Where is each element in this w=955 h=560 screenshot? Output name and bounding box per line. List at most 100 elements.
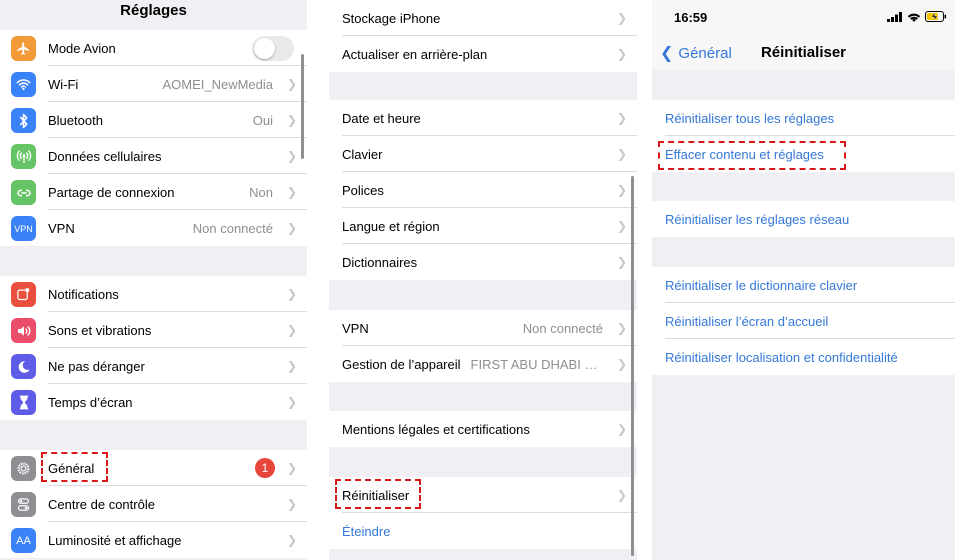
settings-row-label: Centre de contrôle <box>48 496 155 512</box>
reset-panel: 16:59 ❮ Général Réinitialiser Réinitiali… <box>652 0 955 560</box>
general-row-date-time[interactable]: Date et heure ❯ <box>329 100 637 136</box>
chevron-right-icon: ❯ <box>616 183 628 197</box>
chevron-right-icon: ❯ <box>616 321 628 335</box>
settings-group-notifications: Notifications ❯ Sons et vibrations ❯ Ne … <box>0 276 307 420</box>
chevron-right-icon: ❯ <box>286 287 298 301</box>
gear-icon <box>11 456 36 481</box>
airplane-icon <box>11 36 36 61</box>
settings-row-label: Wi-Fi <box>48 76 79 92</box>
settings-row-bluetooth[interactable]: Bluetooth Oui ❯ <box>0 102 307 138</box>
general-row-legal[interactable]: Mentions légales et certifications ❯ <box>329 411 637 447</box>
status-icons <box>887 11 947 22</box>
airplane-mode-toggle[interactable] <box>252 35 294 61</box>
settings-row-display[interactable]: AA Luminosité et affichage ❯ <box>0 522 307 558</box>
settings-row-value: Non connecté <box>192 220 273 236</box>
settings-row-label: Partage de connexion <box>48 184 175 200</box>
settings-row-value: AOMEI_NewMedia <box>162 76 273 92</box>
vpn-icon: VPN <box>11 216 36 241</box>
chevron-right-icon: ❯ <box>286 149 298 163</box>
general-row-label: Date et heure <box>342 110 421 126</box>
settings-row-label: VPN <box>48 220 75 236</box>
settings-row-notifications[interactable]: Notifications ❯ <box>0 276 307 312</box>
bluetooth-icon <box>11 108 36 133</box>
general-group-storage: Stockage iPhone ❯ Actualiser en arrière-… <box>329 0 637 72</box>
hotspot-icon <box>11 180 36 205</box>
brightness-icon: AA <box>11 528 36 553</box>
moon-icon <box>11 354 36 379</box>
general-row-label: Mentions légales et certifications <box>342 421 530 437</box>
chevron-right-icon: ❯ <box>616 488 628 502</box>
chevron-right-icon: ❯ <box>286 497 298 511</box>
reset-all-settings-button[interactable]: Réinitialiser tous les réglages <box>652 100 955 136</box>
chevron-right-icon: ❯ <box>286 113 298 127</box>
general-row-value: FIRST ABU DHABI BAN... <box>470 356 603 372</box>
wifi-icon <box>907 13 921 22</box>
general-row-value: Non connecté <box>522 320 603 336</box>
general-row-fonts[interactable]: Polices ❯ <box>329 172 637 208</box>
general-row-label: Gestion de l’appareil <box>342 356 461 372</box>
settings-row-label: Bluetooth <box>48 112 103 128</box>
reset-home-screen-button[interactable]: Réinitialiser l’écran d’accueil <box>652 303 955 339</box>
chevron-right-icon: ❯ <box>616 11 628 25</box>
chevron-right-icon: ❯ <box>616 255 628 269</box>
chevron-right-icon: ❯ <box>286 395 298 409</box>
reset-option-label: Réinitialiser le dictionnaire clavier <box>665 277 858 293</box>
settings-row-label: Mode Avion <box>48 40 116 56</box>
settings-row-control-center[interactable]: Centre de contrôle ❯ <box>0 486 307 522</box>
general-panel: Stockage iPhone ❯ Actualiser en arrière-… <box>329 0 637 560</box>
highlight-box-general <box>41 452 108 482</box>
highlight-box-erase <box>658 141 846 170</box>
settings-row-vpn[interactable]: VPN VPN Non connecté ❯ <box>0 210 307 246</box>
general-row-language-region[interactable]: Langue et région ❯ <box>329 208 637 244</box>
scrollbar[interactable] <box>631 176 634 556</box>
chevron-right-icon: ❯ <box>616 147 628 161</box>
reset-keyboard-dictionary-button[interactable]: Réinitialiser le dictionnaire clavier <box>652 267 955 303</box>
general-row-device-management[interactable]: Gestion de l’appareil FIRST ABU DHABI BA… <box>329 346 637 382</box>
general-row-label: VPN <box>342 320 369 336</box>
settings-row-wifi[interactable]: Wi-Fi AOMEI_NewMedia ❯ <box>0 66 307 102</box>
general-row-storage[interactable]: Stockage iPhone ❯ <box>329 0 637 36</box>
reset-option-label: Réinitialiser l’écran d’accueil <box>665 313 829 329</box>
settings-row-sounds[interactable]: Sons et vibrations ❯ <box>0 312 307 348</box>
settings-row-label: Sons et vibrations <box>48 322 152 338</box>
status-bar: 16:59 <box>652 0 955 36</box>
highlight-box-reset <box>335 479 421 509</box>
chevron-right-icon: ❯ <box>286 359 298 373</box>
general-row-vpn[interactable]: VPN Non connecté ❯ <box>329 310 637 346</box>
settings-row-hotspot[interactable]: Partage de connexion Non ❯ <box>0 174 307 210</box>
cellular-icon <box>11 144 36 169</box>
reset-location-privacy-button[interactable]: Réinitialiser localisation et confidenti… <box>652 339 955 375</box>
notification-badge: 1 <box>255 458 275 478</box>
reset-option-label: Réinitialiser les réglages réseau <box>665 211 850 227</box>
settings-row-cellular[interactable]: Données cellulaires ❯ <box>0 138 307 174</box>
settings-row-screen-time[interactable]: Temps d’écran ❯ <box>0 384 307 420</box>
general-row-dictionaries[interactable]: Dictionnaires ❯ <box>329 244 637 280</box>
settings-row-airplane[interactable]: Mode Avion <box>0 30 307 66</box>
reset-network-settings-button[interactable]: Réinitialiser les réglages réseau <box>652 201 955 237</box>
reset-option-label: Réinitialiser localisation et confidenti… <box>665 349 898 365</box>
settings-panel: Réglages Mode Avion Wi-Fi AOMEI_NewMedia… <box>0 0 307 560</box>
shutdown-link[interactable]: Éteindre <box>329 513 637 549</box>
page-title: Réinitialiser <box>760 44 847 61</box>
scrollbar[interactable] <box>301 54 304 159</box>
settings-row-do-not-disturb[interactable]: Ne pas déranger ❯ <box>0 348 307 384</box>
navigation-bar: ❮ Général Réinitialiser <box>652 36 955 70</box>
switches-icon <box>11 492 36 517</box>
wifi-icon <box>11 72 36 97</box>
general-group-legal: Mentions légales et certifications ❯ <box>329 411 637 447</box>
settings-row-label: Notifications <box>48 286 119 302</box>
reset-option-label: Réinitialiser tous les réglages <box>665 110 835 126</box>
settings-row-label: Luminosité et affichage <box>48 532 182 548</box>
general-row-keyboard[interactable]: Clavier ❯ <box>329 136 637 172</box>
chevron-right-icon: ❯ <box>616 47 628 61</box>
settings-row-value: Oui <box>252 112 273 128</box>
chevron-right-icon: ❯ <box>286 77 298 91</box>
page-title: Réglages <box>120 2 187 19</box>
chevron-right-icon: ❯ <box>616 111 628 125</box>
general-row-background-refresh[interactable]: Actualiser en arrière-plan ❯ <box>329 36 637 72</box>
general-row-label: Polices <box>342 182 384 198</box>
status-time: 16:59 <box>674 10 708 25</box>
signal-icon <box>887 11 902 22</box>
reset-group-other: Réinitialiser le dictionnaire clavier Ré… <box>652 267 955 375</box>
chevron-right-icon: ❯ <box>616 219 628 233</box>
